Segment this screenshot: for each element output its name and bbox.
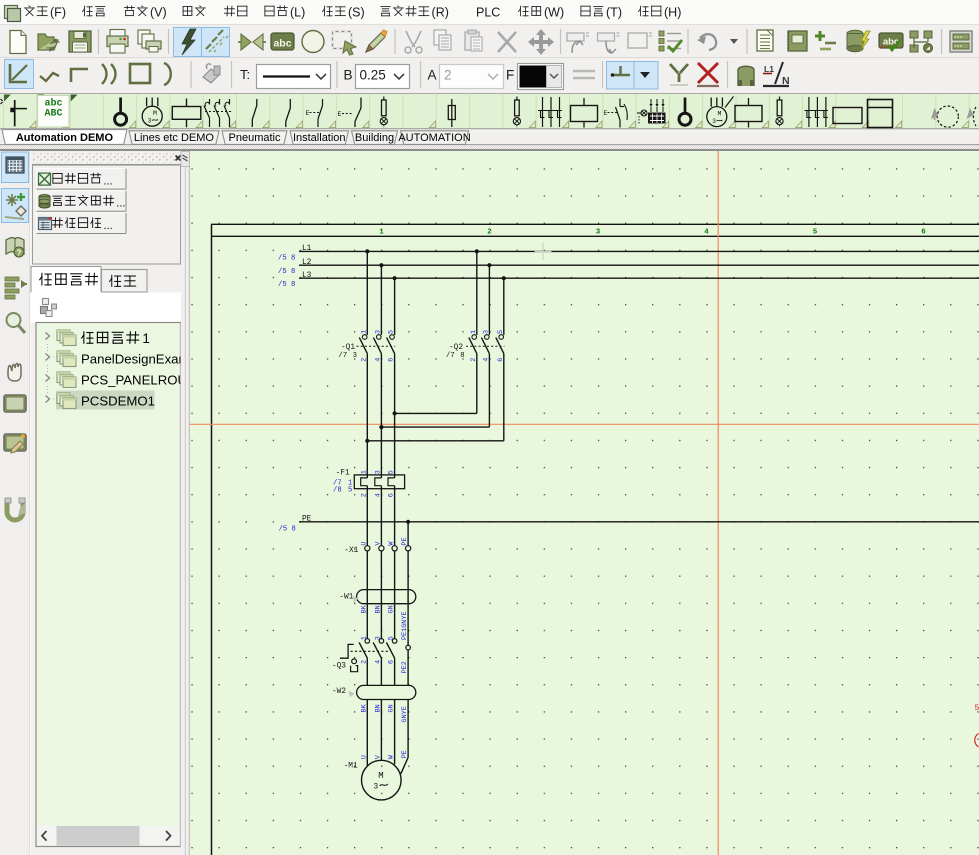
svg-text:4: 4 — [374, 660, 382, 664]
svg-text:8: 8 — [460, 352, 464, 360]
svg-text:/5 8: /5 8 — [278, 281, 295, 289]
svg-text:L1: L1 — [764, 64, 774, 74]
svg-text:BK: BK — [360, 604, 368, 613]
svg-text:-M1: -M1 — [344, 762, 358, 770]
svg-text:1: 1 — [142, 331, 150, 346]
svg-text:Automation DEMO: Automation DEMO — [16, 132, 114, 144]
svg-text:M: M — [378, 771, 383, 781]
svg-text:6: 6 — [921, 228, 926, 236]
svg-text:3: 3 — [353, 352, 357, 360]
svg-text:3: 3 — [596, 228, 601, 236]
svg-text:/7: /7 — [446, 352, 455, 360]
svg-text:/8: /8 — [333, 486, 342, 494]
svg-text:(H): (H) — [664, 6, 681, 20]
svg-text:5: 5 — [975, 704, 979, 713]
svg-text:3: 3 — [374, 636, 382, 640]
svg-text:PE: PE — [302, 516, 312, 524]
svg-text:AUTOMATION: AUTOMATION — [398, 132, 470, 144]
svg-text:5: 5 — [348, 486, 352, 494]
svg-text:5: 5 — [813, 228, 818, 236]
svg-text:3: 3 — [374, 470, 382, 474]
svg-text:(T): (T) — [606, 6, 622, 20]
svg-text:...: ... — [104, 175, 113, 187]
svg-text:BN: BN — [374, 605, 382, 613]
svg-text:(R): (R) — [432, 6, 449, 20]
svg-text:3: 3 — [374, 330, 382, 334]
svg-text:6: 6 — [388, 660, 396, 664]
svg-text:5: 5 — [388, 330, 396, 334]
svg-text:4: 4 — [374, 493, 382, 497]
svg-text:3: 3 — [712, 118, 716, 125]
svg-text:?: ? — [17, 249, 22, 258]
svg-text:6: 6 — [388, 493, 396, 497]
svg-text:-W2: -W2 — [332, 688, 346, 696]
svg-text:(W): (W) — [544, 6, 564, 20]
svg-text:2: 2 — [360, 493, 368, 497]
svg-text:0.25: 0.25 — [360, 68, 386, 83]
svg-text:3: 3 — [373, 783, 378, 792]
svg-text:1: 1 — [360, 636, 368, 640]
svg-text:U: U — [360, 542, 368, 546]
svg-text:E: E — [604, 110, 608, 117]
svg-text:4: 4 — [704, 228, 709, 236]
svg-text:Building: Building — [355, 132, 394, 144]
svg-text:PE1GNYE: PE1GNYE — [401, 611, 409, 640]
svg-text:-W1: -W1 — [339, 593, 353, 601]
svg-text:E: E — [306, 110, 310, 117]
svg-text:-X1: -X1 — [344, 547, 358, 555]
svg-text:PLC: PLC — [476, 6, 500, 20]
svg-text:1: 1 — [360, 330, 368, 334]
svg-text:M: M — [153, 110, 157, 117]
svg-text:1: 1 — [379, 228, 384, 236]
svg-text:3: 3 — [482, 330, 490, 334]
svg-text:3: 3 — [148, 118, 152, 125]
svg-text:(V): (V) — [150, 6, 167, 20]
svg-text:U: U — [360, 755, 368, 759]
svg-text:...: ... — [116, 198, 125, 210]
svg-text:F: F — [506, 68, 514, 83]
svg-text:1: 1 — [360, 470, 368, 474]
svg-text:(F): (F) — [50, 6, 66, 20]
svg-text:...: ... — [104, 220, 113, 232]
svg-text:A: A — [428, 68, 437, 83]
svg-text:5: 5 — [388, 470, 396, 474]
svg-text:-Q3: -Q3 — [332, 663, 346, 671]
svg-text:GN: GN — [388, 605, 396, 613]
svg-text:2: 2 — [487, 228, 492, 236]
svg-text:2: 2 — [360, 660, 368, 664]
svg-text:B: B — [344, 68, 353, 83]
svg-text:/5 8: /5 8 — [278, 254, 295, 262]
svg-text:2: 2 — [444, 68, 452, 83]
svg-text:Installation: Installation — [293, 132, 346, 144]
svg-text:(L): (L) — [290, 6, 305, 20]
svg-text:L1: L1 — [302, 245, 312, 253]
svg-text:PE: PE — [401, 750, 409, 758]
svg-text:abc: abc — [273, 38, 291, 50]
svg-text:(S): (S) — [348, 6, 365, 20]
svg-text:-F1: -F1 — [336, 470, 350, 478]
svg-text:5: 5 — [388, 636, 396, 640]
svg-text:T:: T: — [240, 67, 250, 82]
svg-text:PanelDesignExam: PanelDesignExam — [81, 352, 190, 367]
svg-text:ABC: ABC — [44, 109, 62, 120]
svg-text:M: M — [718, 111, 722, 118]
svg-text:Lines etc DEMO: Lines etc DEMO — [134, 132, 215, 144]
svg-text:L2: L2 — [302, 259, 312, 267]
svg-text:PE2: PE2 — [401, 661, 409, 673]
svg-text:/5 8: /5 8 — [279, 525, 296, 533]
svg-text:Pneumatic: Pneumatic — [229, 132, 281, 144]
svg-text:/7: /7 — [339, 352, 348, 360]
svg-text:/5 8: /5 8 — [278, 268, 295, 276]
svg-text:PE: PE — [401, 537, 409, 545]
svg-text:PCS_PANELROU: PCS_PANELROU — [81, 373, 187, 388]
svg-text:E: E — [338, 111, 342, 118]
svg-text:1: 1 — [470, 330, 478, 334]
svg-text:5: 5 — [497, 330, 505, 334]
svg-text:L3: L3 — [302, 272, 312, 280]
svg-text:PCSDEMO1: PCSDEMO1 — [81, 394, 155, 409]
